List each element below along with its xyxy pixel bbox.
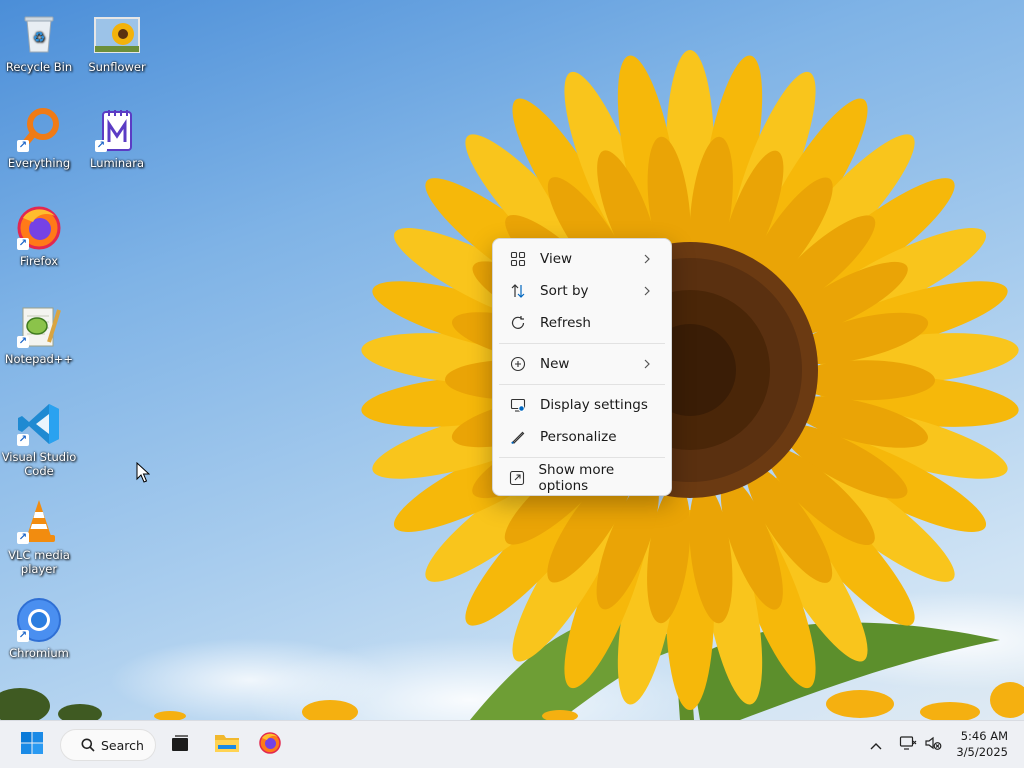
desktop-icon-everything[interactable]: ↗ Everything: [0, 106, 78, 170]
taskbar-firefox-button[interactable]: [254, 729, 286, 761]
clock-time: 5:46 AM: [960, 729, 1008, 743]
menu-item-label: Sort by: [540, 283, 589, 299]
image-file-icon: [93, 10, 141, 58]
desktop-context-menu: View Sort by Refresh New Display setting…: [492, 238, 672, 496]
desktop-icon-label: Chromium: [9, 646, 69, 660]
desktop-icon-vscode[interactable]: ↗ Visual Studio Code: [0, 400, 78, 478]
clock-date: 3/5/2025: [956, 745, 1008, 759]
menu-item-show-more-options[interactable]: Show more options: [497, 462, 667, 494]
chevron-right-icon: [641, 357, 653, 371]
menu-item-personalize[interactable]: Personalize: [497, 421, 667, 453]
network-icon: [899, 735, 917, 755]
menu-item-view[interactable]: View: [497, 243, 667, 275]
shortcut-arrow-icon: ↗: [17, 238, 29, 250]
sort-icon: [509, 282, 527, 300]
desktop-icon-chromium[interactable]: ↗ Chromium: [0, 596, 78, 660]
menu-separator: [499, 457, 665, 458]
search-icon: [81, 738, 95, 752]
menu-separator: [499, 343, 665, 344]
menu-item-label: Show more options: [538, 462, 615, 494]
desktop-icon-label: Notepad++: [4, 352, 74, 366]
menu-item-new[interactable]: New: [497, 348, 667, 380]
desktop-icon-label: Sunflower: [88, 60, 146, 74]
chevron-right-icon: [641, 284, 653, 298]
taskbar: Search 5:46 AM 3/5/2025: [0, 720, 1024, 768]
search-label: Search: [101, 737, 144, 753]
menu-item-label: Personalize: [540, 429, 617, 445]
svg-text:♻: ♻: [33, 30, 46, 46]
plus-circle-icon: [509, 355, 527, 373]
chromium-icon: ↗: [15, 596, 63, 644]
desktop-icon-label: Everything: [7, 156, 71, 170]
everything-search-icon: ↗: [15, 106, 63, 154]
menu-item-label: Display settings: [540, 397, 648, 413]
file-explorer-icon: [214, 731, 240, 759]
shortcut-arrow-icon: ↗: [95, 140, 107, 152]
volume-muted-icon: [924, 735, 942, 755]
menu-separator: [499, 384, 665, 385]
menu-item-sort-by[interactable]: Sort by: [497, 275, 667, 307]
start-icon: [20, 731, 44, 759]
show-hidden-icons-button[interactable]: [866, 735, 886, 755]
desktop-icon-recycle-bin[interactable]: ♻ Recycle Bin: [0, 10, 78, 74]
desktop-icon-firefox[interactable]: ↗ Firefox: [0, 204, 78, 268]
desktop-icon-notepad-plus-plus[interactable]: ↗ Notepad++: [0, 302, 78, 366]
taskbar-clock[interactable]: 5:46 AM 3/5/2025: [948, 728, 1008, 760]
desktop-icon-label: Firefox: [19, 254, 59, 268]
desktop-icon-label: VLC media player: [8, 548, 70, 576]
recycle-bin-icon: ♻: [15, 10, 63, 58]
network-status-button[interactable]: [898, 735, 918, 755]
shortcut-arrow-icon: ↗: [17, 434, 29, 446]
vlc-icon: ↗: [15, 498, 63, 546]
desktop-icon-label: Recycle Bin: [5, 60, 73, 74]
file-explorer-button[interactable]: [211, 729, 243, 761]
menu-item-display-settings[interactable]: Display settings: [497, 389, 667, 421]
shortcut-arrow-icon: ↗: [17, 140, 29, 152]
firefox-icon: ↗: [15, 204, 63, 252]
shortcut-arrow-icon: ↗: [17, 532, 29, 544]
view-grid-icon: [509, 250, 527, 268]
open-external-icon: [509, 469, 525, 487]
volume-button[interactable]: [923, 735, 943, 755]
shortcut-arrow-icon: ↗: [17, 336, 29, 348]
pen-icon: [509, 428, 527, 446]
notepad-plus-plus-icon: ↗: [15, 302, 63, 350]
chevron-right-icon: [641, 252, 653, 266]
desktop-icon-label: Visual Studio Code: [1, 450, 77, 478]
desktop-icon-sunflower[interactable]: Sunflower: [78, 10, 156, 74]
refresh-icon: [509, 314, 527, 332]
menu-item-refresh[interactable]: Refresh: [497, 307, 667, 339]
mouse-cursor-icon: [136, 461, 151, 488]
shortcut-arrow-icon: ↗: [17, 630, 29, 642]
desktop-icon-label: Luminara: [89, 156, 144, 170]
taskbar-search-box[interactable]: Search: [60, 729, 156, 761]
menu-item-label: New: [540, 356, 570, 372]
firefox-icon: [258, 731, 282, 759]
menu-item-label: Refresh: [540, 315, 591, 331]
task-view-icon: [169, 732, 191, 758]
luminara-icon: ↗: [93, 106, 141, 154]
display-settings-icon: [509, 396, 527, 414]
vscode-icon: ↗: [15, 400, 63, 448]
start-button[interactable]: [16, 729, 48, 761]
desktop-icon-luminara[interactable]: ↗ Luminara: [78, 106, 156, 170]
task-view-button[interactable]: [164, 729, 196, 761]
desktop-icon-vlc[interactable]: ↗ VLC media player: [0, 498, 78, 576]
menu-item-label: View: [540, 251, 573, 267]
chevron-up-icon: [869, 736, 883, 755]
